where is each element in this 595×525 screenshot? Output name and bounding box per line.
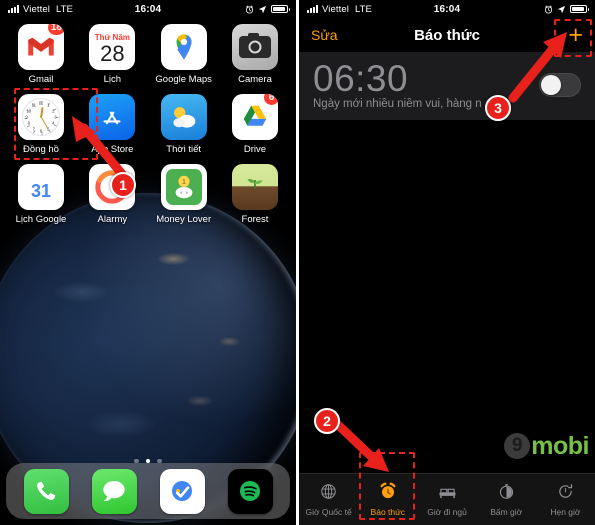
app-label: Forest (241, 214, 269, 225)
app-label: Money Lover (156, 214, 212, 225)
tab-label: Giờ đi ngủ (427, 506, 467, 517)
phone-icon[interactable] (23, 468, 69, 514)
screenshot-root: Viettel LTE 16:04 18 Gmail Thứ Năm 28 Lị… (0, 0, 595, 525)
watermark-text: mobi (531, 431, 589, 460)
watermark-badge: 9 (504, 433, 531, 459)
gmail-icon: 18 (18, 24, 64, 70)
right-status-bar: Viettel LTE 16:04 (299, 0, 595, 18)
arrow-to-add-button (495, 18, 575, 104)
app-label: Thời tiết (166, 144, 202, 155)
money-lover-icon: 1 (160, 164, 207, 210)
messages-icon[interactable] (91, 468, 137, 514)
forest-icon (231, 164, 278, 210)
site-watermark: 9 mobi (504, 433, 589, 459)
google-drive-icon: 6 (231, 94, 278, 140)
alarm-clock-icon (544, 4, 553, 14)
step-marker-3: 3 (485, 95, 511, 121)
app-drive[interactable]: 6 Drive (224, 94, 286, 155)
tab-label: Giờ Quốc tế (305, 506, 352, 517)
home-screen-canvas: 18 Gmail Thứ Năm 28 Lịch Google Maps Cam… (0, 18, 296, 525)
right-phone-alarm-app: Viettel LTE 16:04 Sửa Báo thức + 06:30 N… (299, 0, 595, 525)
camera-icon (231, 24, 278, 70)
app-row-1: 18 Gmail Thứ Năm 28 Lịch Google Maps Cam… (10, 24, 286, 85)
app-label: Camera (238, 74, 272, 85)
timer-icon (557, 483, 574, 504)
step-marker-1: 1 (110, 172, 136, 198)
step-marker-2: 2 (314, 408, 340, 434)
globe-icon (320, 483, 337, 504)
gmail-badge: 18 (46, 24, 64, 36)
tab-gio-di-ngu[interactable]: Giờ đi ngủ (417, 483, 476, 517)
app-label: Alarmy (97, 214, 128, 225)
left-phone-home-screen: Viettel LTE 16:04 18 Gmail Thứ Năm 28 Lị… (0, 0, 296, 525)
app-calendar[interactable]: Thứ Năm 28 Lịch (81, 24, 143, 85)
alarm-clock-icon (379, 482, 397, 504)
tab-label: Báo thức (370, 507, 406, 517)
app-money-lover[interactable]: 1 Money Lover (153, 164, 215, 225)
arrow-to-bao-thuc-tab (329, 417, 407, 482)
google-tasks-icon[interactable] (159, 468, 205, 514)
app-thoi-tiet-weather[interactable]: Thời tiết (153, 94, 215, 155)
battery-icon (271, 5, 290, 13)
app-forest[interactable]: Forest (224, 164, 286, 225)
alarm-clock-icon (245, 4, 254, 14)
app-icon-grid: 18 Gmail Thứ Năm 28 Lịch Google Maps Cam… (0, 18, 296, 225)
app-label: Drive (243, 144, 267, 155)
app-gmail[interactable]: 18 Gmail (10, 24, 72, 85)
status-bar-right (245, 4, 290, 14)
tab-gio-quoc-te[interactable]: Giờ Quốc tế (299, 483, 358, 517)
weather-icon (160, 94, 207, 140)
home-dock (6, 463, 290, 519)
tab-bam-gio[interactable]: Bấm giờ (477, 483, 536, 517)
tab-hen-gio[interactable]: Hẹn giờ (536, 483, 595, 517)
app-label: Gmail (28, 74, 54, 85)
spotify-icon[interactable] (227, 468, 273, 514)
google-calendar-day: 31 (30, 181, 52, 201)
left-status-bar: Viettel LTE 16:04 (0, 0, 296, 18)
battery-icon (570, 5, 589, 13)
location-arrow-icon (557, 5, 566, 13)
app-label: Google Maps (155, 74, 212, 85)
app-label: Lịch Google (15, 214, 67, 225)
status-bar-right (544, 4, 589, 14)
bed-icon (438, 483, 457, 504)
google-maps-icon (160, 24, 207, 70)
calendar-icon: Thứ Năm 28 (89, 24, 136, 70)
app-camera[interactable]: Camera (224, 24, 286, 85)
calendar-day: 28 (100, 40, 125, 66)
app-label: Lịch (103, 74, 122, 85)
location-arrow-icon (258, 5, 267, 13)
stopwatch-icon (498, 483, 515, 504)
svg-text:1: 1 (182, 179, 186, 186)
tab-label: Bấm giờ (490, 506, 523, 517)
app-google-maps[interactable]: Google Maps (153, 24, 215, 85)
tab-label: Hẹn giờ (550, 506, 581, 517)
tab-bao-thuc[interactable]: Báo thức (358, 482, 417, 517)
